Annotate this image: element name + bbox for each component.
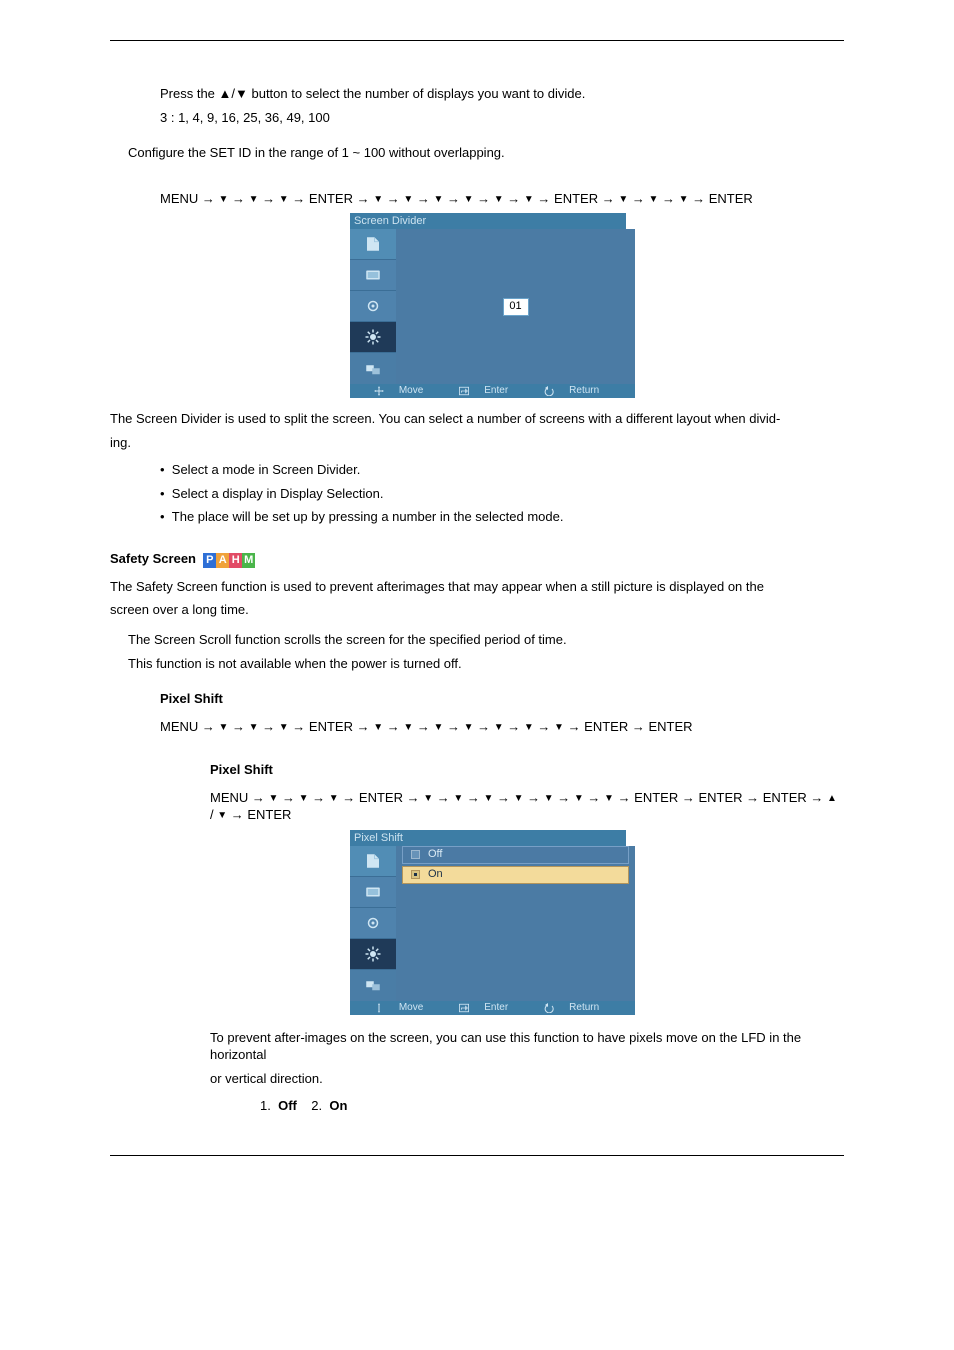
osd-side-multi-icon[interactable] (350, 353, 396, 384)
divider-desc-line2: ing. (110, 434, 844, 452)
footer-enter: Enter (459, 1001, 520, 1015)
screen-divider-value[interactable]: 01 (503, 298, 529, 316)
osd-side-setup-icon[interactable] (350, 939, 396, 970)
osd-side-input-icon[interactable] (350, 229, 396, 260)
osd-screen-divider: Screen Divider 01 Move Ent (350, 213, 635, 398)
radio-on-icon (411, 870, 420, 879)
osd-title-bar-pixel: Pixel Shift (350, 830, 626, 846)
safety-p1: The Safety Screen function is used to pr… (110, 578, 844, 596)
pixel-options-line: 1. Off 2. On (260, 1097, 844, 1115)
osd-side-multi-icon[interactable] (350, 970, 396, 1001)
radio-off-icon (411, 850, 420, 859)
osd-side-picture-icon[interactable] (350, 877, 396, 908)
osd-title-bar: Screen Divider (350, 213, 626, 229)
divider-bullet-2: • Select a display in Display Selection. (160, 485, 844, 503)
safety-note-2: This function is not available when the … (128, 655, 844, 673)
footer-move: Move (374, 384, 435, 398)
divider-bullet-1: • Select a mode in Screen Divider. (160, 461, 844, 479)
osd-side-sound-icon[interactable] (350, 908, 396, 939)
osd-sidebar-pixel (350, 846, 396, 1001)
osd-sidebar (350, 229, 396, 384)
osd-side-sound-icon[interactable] (350, 291, 396, 322)
page-top-rule (110, 40, 844, 41)
pahm-icon: PAHM (203, 550, 255, 568)
page-bottom-rule (110, 1155, 844, 1156)
footer-return: Return (544, 1001, 611, 1015)
divider-bullet-3: • The place will be set up by pressing a… (160, 508, 844, 526)
safety-p2: screen over a long time. (110, 601, 844, 619)
osd-footer: Move Enter Return (350, 384, 635, 398)
osd-side-picture-icon[interactable] (350, 260, 396, 291)
pixel-shift-option-off[interactable]: Off (402, 846, 629, 864)
step-instruction: Press the ▲/▼ button to select the numbe… (160, 85, 844, 103)
menu-path-pixel-1: MENU → ▼ → ▼ → ▼ → ENTER → ▼ → ▼ → ▼ → ▼… (160, 718, 844, 736)
pixel-desc-l2: or vertical direction. (210, 1070, 844, 1088)
osd-content-divider: 01 (396, 229, 635, 384)
pixel-shift-option-on[interactable]: On (402, 866, 629, 884)
pixel-shift-subheading: Pixel Shift (210, 761, 844, 779)
setid-note: Configure the SET ID in the range of 1 ~… (128, 144, 844, 162)
osd-content-pixel: Off On (396, 846, 635, 1001)
osd-side-setup-icon[interactable] (350, 322, 396, 353)
opt-on-label: On (428, 867, 443, 882)
safety-note-1: The Screen Scroll function scrolls the s… (128, 631, 844, 649)
pixel-shift-heading: Pixel Shift (160, 690, 844, 708)
safety-screen-heading: Safety Screen PAHM (110, 550, 844, 568)
menu-path-pixel-2: MENU → ▼ → ▼ → ▼ → ENTER → ▼ → ▼ → ▼ → ▼… (210, 789, 844, 824)
menu-path-screen-divider: MENU → ▼ → ▼ → ▼ → ENTER → ▼ → ▼ → ▼ → ▼… (160, 190, 844, 208)
divider-desc-line1: The Screen Divider is used to split the … (110, 410, 844, 428)
osd-footer-pixel: Move Enter Return (350, 1001, 635, 1015)
footer-enter: Enter (459, 384, 520, 398)
opt-off-label: Off (428, 847, 442, 862)
pixel-desc-l1: To prevent after-images on the screen, y… (210, 1029, 844, 1064)
arrangements-line: 3 : 1, 4, 9, 16, 25, 36, 49, 100 (160, 109, 844, 127)
footer-return: Return (544, 384, 611, 398)
footer-move: Move (374, 1001, 435, 1015)
osd-pixel-shift: Pixel Shift Off (350, 830, 635, 1015)
osd-side-input-icon[interactable] (350, 846, 396, 877)
